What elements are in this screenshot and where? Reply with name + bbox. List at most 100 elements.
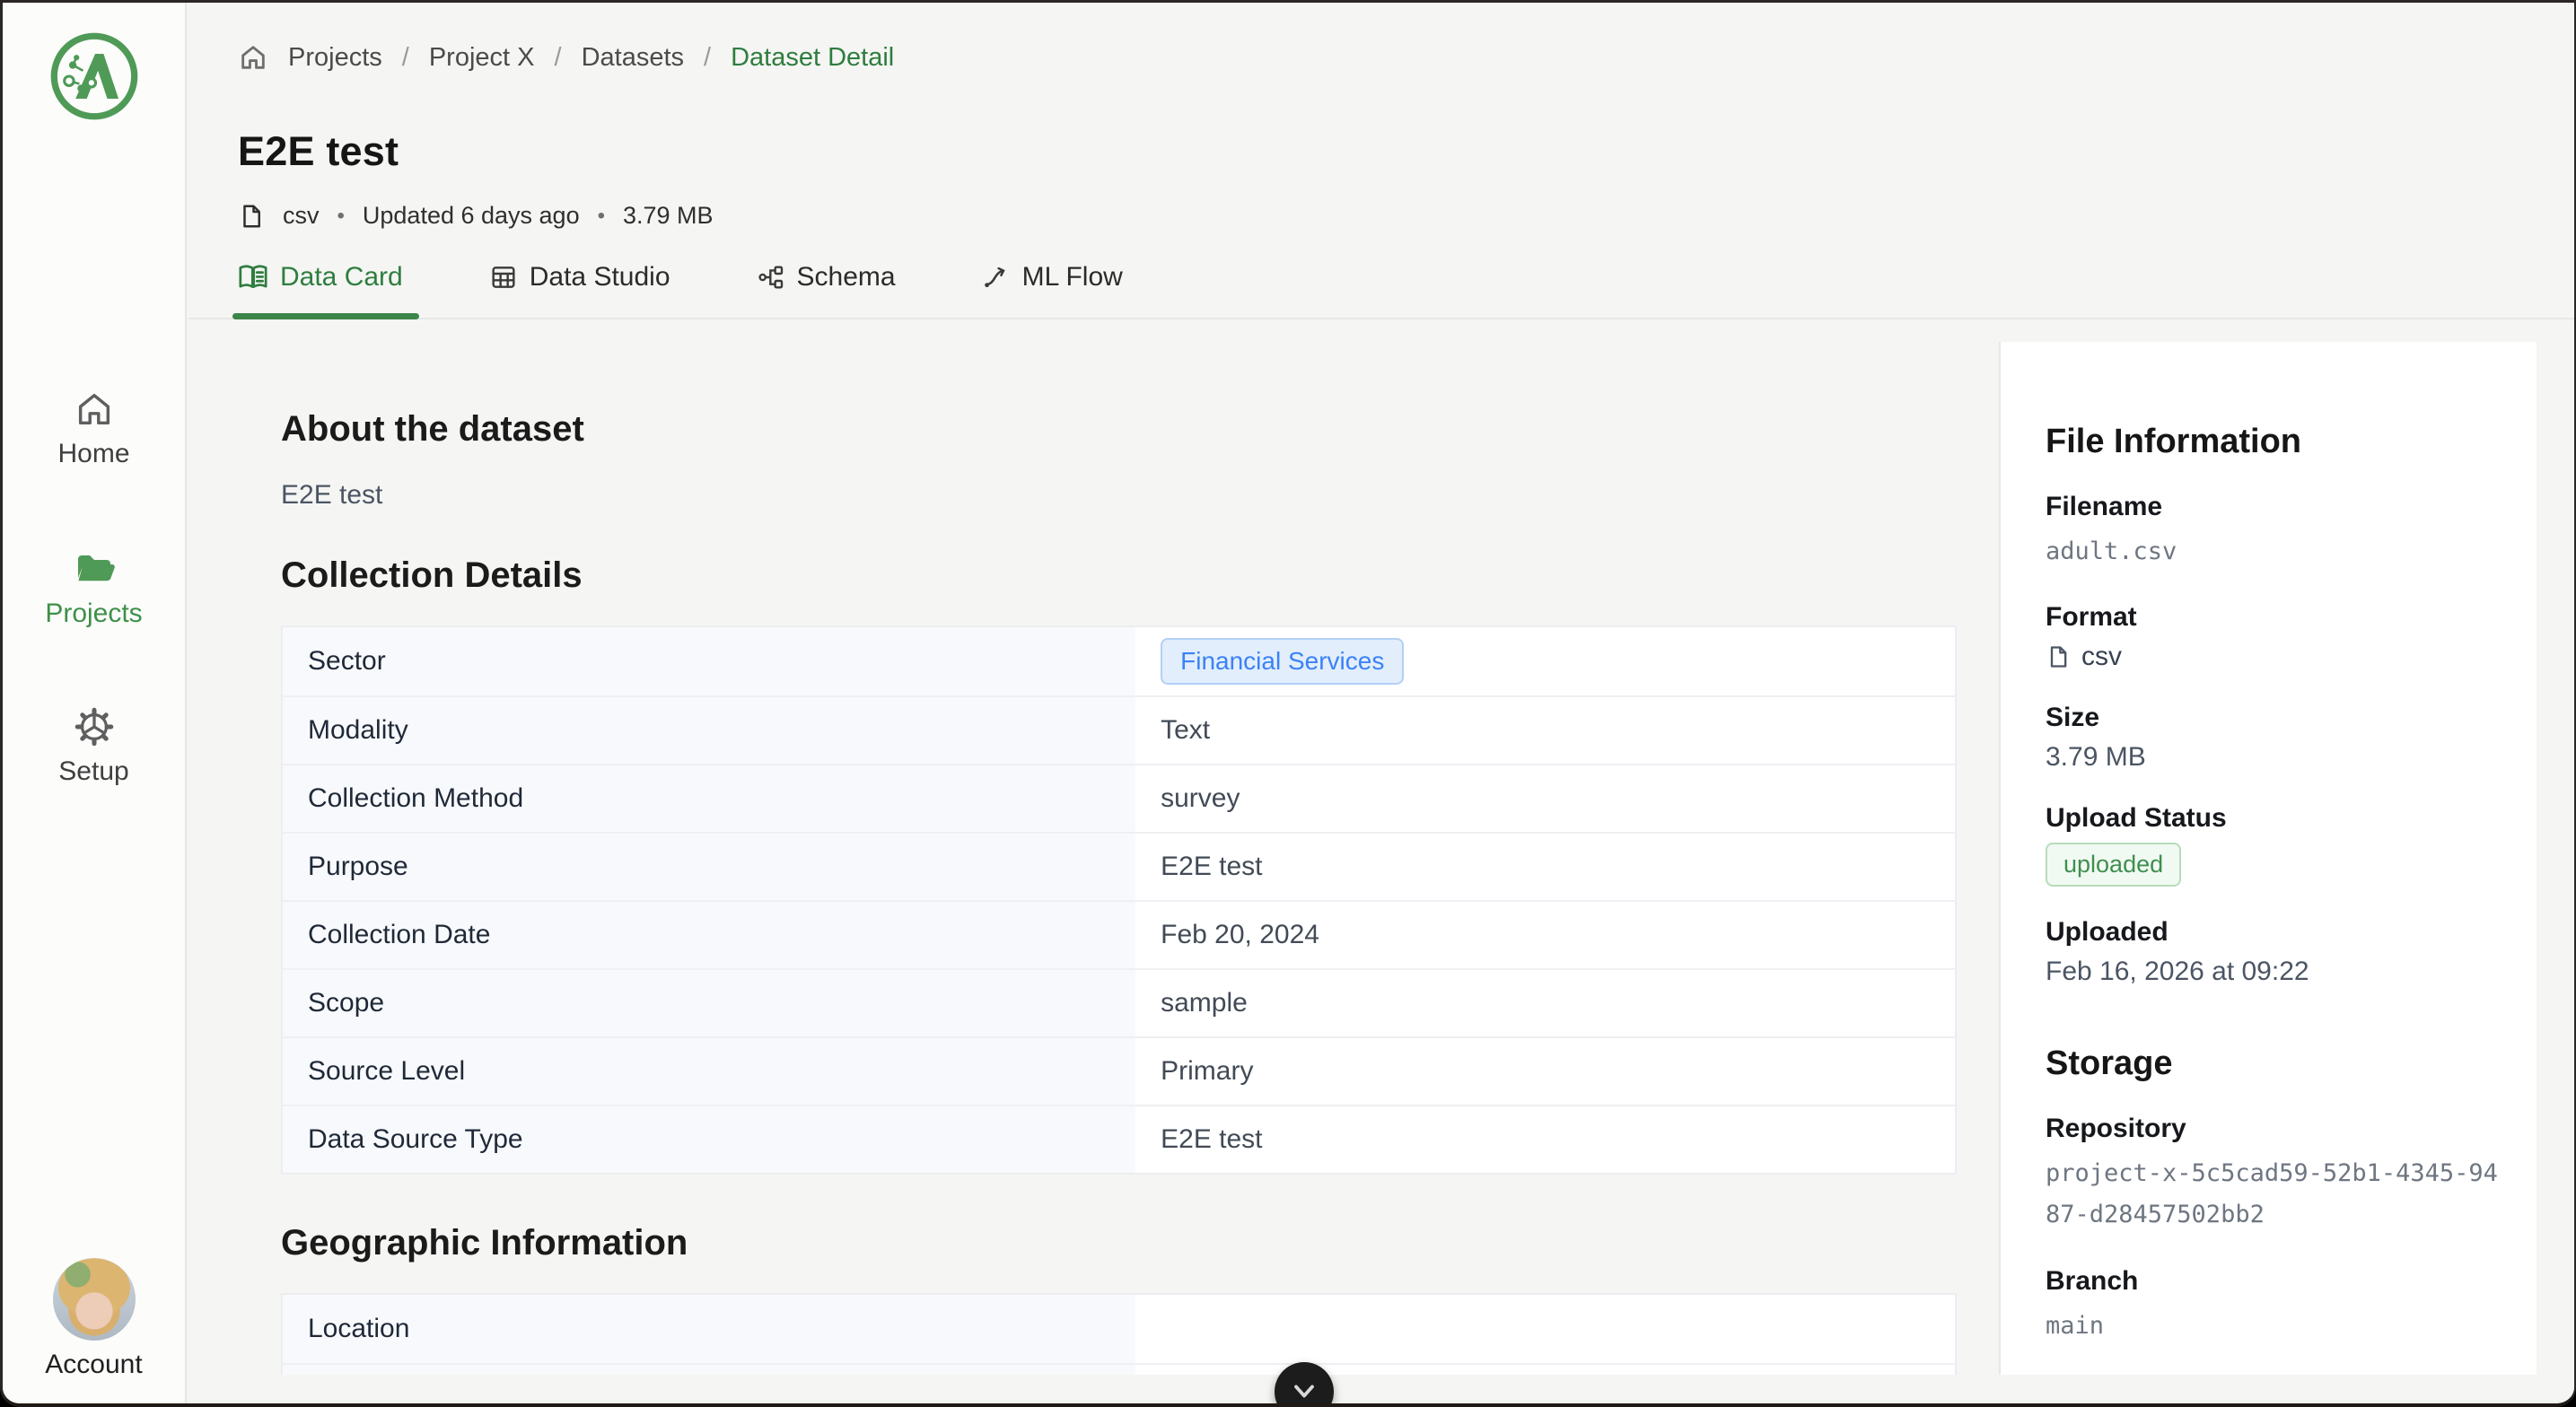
table-row: Modality Text	[283, 695, 1955, 764]
tab-data-card[interactable]: Data Card	[238, 262, 403, 318]
collection-details-table: Sector Financial Services Modality Text …	[281, 625, 1957, 1175]
row-label: Source Level	[283, 1038, 1135, 1105]
row-label: Location	[283, 1295, 1135, 1363]
filename-field: Filename adult.csv	[2046, 492, 2504, 572]
field-label: Format	[2046, 602, 2504, 633]
table-row: Collection Method survey	[283, 764, 1955, 832]
format-value: csv	[2081, 642, 2122, 672]
row-value: survey	[1135, 765, 1955, 832]
sidebar-item-setup[interactable]: Setup	[58, 706, 128, 787]
table-row: Purpose E2E test	[283, 832, 1955, 900]
breadcrumb-item-dataset-detail: Dataset Detail	[731, 43, 894, 73]
about-heading: About the dataset	[281, 409, 1957, 450]
tab-data-studio[interactable]: Data Studio	[489, 262, 670, 318]
upload-status-field: Upload Status uploaded	[2046, 803, 2504, 887]
field-label: Size	[2046, 703, 2504, 733]
sector-badge: Financial Services	[1161, 638, 1404, 685]
row-value: E2E test	[1135, 834, 1955, 900]
sidebar-nav: Home Projects	[45, 389, 142, 864]
data-card-content: About the dataset E2E test Collection De…	[281, 409, 1957, 1375]
breadcrumb-separator: /	[555, 43, 562, 73]
dataset-meta: csv • Updated 6 days ago • 3.79 MB	[238, 202, 2574, 230]
table-icon	[489, 263, 518, 292]
table-row: Location	[283, 1295, 1955, 1363]
meta-updated: Updated 6 days ago	[363, 202, 580, 230]
meta-format: csv	[283, 202, 320, 230]
tab-schema[interactable]: Schema	[757, 262, 896, 318]
content-viewport: About the dataset E2E test Collection De…	[188, 321, 2574, 1375]
filename-value: adult.csv	[2046, 531, 2504, 572]
page-header: Projects / Project X / Datasets / Datase…	[188, 3, 2574, 319]
breadcrumb-item-projects[interactable]: Projects	[288, 43, 382, 73]
collection-details-heading: Collection Details	[281, 555, 1957, 596]
field-label: Upload Status	[2046, 803, 2504, 834]
tab-label: Data Card	[280, 262, 403, 293]
chevron-down-icon	[1288, 1376, 1320, 1407]
meta-dot: •	[598, 204, 605, 229]
storage-heading: Storage	[2046, 1044, 2504, 1083]
repository-value: project-x-5c5cad59-52b1-4345-9487-d28457…	[2046, 1153, 2504, 1236]
gear-icon	[74, 706, 115, 747]
tab-bar: Data Card Data Studio	[238, 262, 1209, 318]
table-row: Scope sample	[283, 968, 1955, 1036]
row-value: Feb 20, 2024	[1135, 902, 1955, 968]
size-field: Size 3.79 MB	[2046, 703, 2504, 773]
size-value: 3.79 MB	[2046, 742, 2504, 773]
sidebar-item-label: Projects	[45, 599, 142, 629]
table-row: Collection Date Feb 20, 2024	[283, 900, 1955, 968]
tab-label: Schema	[797, 262, 896, 293]
geographic-heading: Geographic Information	[281, 1223, 1957, 1263]
field-label: Filename	[2046, 492, 2504, 522]
sidebar-item-label: Setup	[58, 756, 128, 787]
folder-icon	[73, 546, 116, 590]
app-logo-icon	[48, 30, 141, 123]
meta-dot: •	[337, 204, 345, 229]
table-row: Source Level Primary	[283, 1036, 1955, 1105]
file-info-heading: File Information	[2046, 423, 2504, 461]
repository-field: Repository project-x-5c5cad59-52b1-4345-…	[2046, 1114, 2504, 1236]
about-description: E2E test	[281, 480, 1957, 511]
app-window: Home Projects	[0, 0, 2576, 1407]
table-row: Data Source Type E2E test	[283, 1105, 1955, 1173]
branch-field: Branch main	[2046, 1266, 2504, 1347]
row-label: Data Source Type	[283, 1106, 1135, 1173]
row-value: Text	[1135, 697, 1955, 764]
tab-label: Data Studio	[530, 262, 670, 293]
breadcrumb-home-icon[interactable]	[238, 42, 268, 73]
row-value: sample	[1135, 970, 1955, 1036]
field-label: Uploaded	[2046, 917, 2504, 948]
row-value	[1135, 1295, 1955, 1363]
sidebar-item-home[interactable]: Home	[57, 389, 129, 469]
breadcrumb-item-project-x[interactable]: Project X	[429, 43, 535, 73]
home-icon	[74, 389, 115, 430]
row-value: E2E test	[1135, 1106, 1955, 1173]
uploaded-value: Feb 16, 2026 at 09:22	[2046, 957, 2504, 987]
sidebar-item-label: Home	[57, 439, 129, 469]
breadcrumb-item-datasets[interactable]: Datasets	[582, 43, 684, 73]
row-label: Collection Method	[283, 765, 1135, 832]
breadcrumb-separator: /	[704, 43, 711, 73]
uploaded-field: Uploaded Feb 16, 2026 at 09:22	[2046, 917, 2504, 987]
branch-value: main	[2046, 1306, 2504, 1347]
tab-ml-flow[interactable]: ML Flow	[982, 262, 1123, 318]
sidebar-item-projects[interactable]: Projects	[45, 546, 142, 629]
breadcrumb: Projects / Project X / Datasets / Datase…	[238, 42, 2574, 73]
tab-label: ML Flow	[1022, 262, 1123, 293]
field-label: Branch	[2046, 1266, 2504, 1297]
format-field: Format csv	[2046, 602, 2504, 672]
row-label: Sector	[283, 627, 1135, 695]
user-avatar	[53, 1258, 136, 1341]
book-open-icon	[238, 262, 268, 293]
file-icon	[238, 203, 265, 230]
file-icon	[2046, 644, 2071, 669]
sidebar-item-account[interactable]: Account	[45, 1258, 142, 1380]
breadcrumb-separator: /	[402, 43, 409, 73]
field-label: Repository	[2046, 1114, 2504, 1144]
geographic-table: Location Country	[281, 1293, 1957, 1375]
flow-arrow-icon	[982, 263, 1011, 292]
row-label: Country	[283, 1365, 1135, 1375]
upload-status-badge: uploaded	[2046, 843, 2181, 887]
row-value: Primary	[1135, 1038, 1955, 1105]
table-row: Sector Financial Services	[283, 627, 1955, 695]
row-label: Collection Date	[283, 902, 1135, 968]
